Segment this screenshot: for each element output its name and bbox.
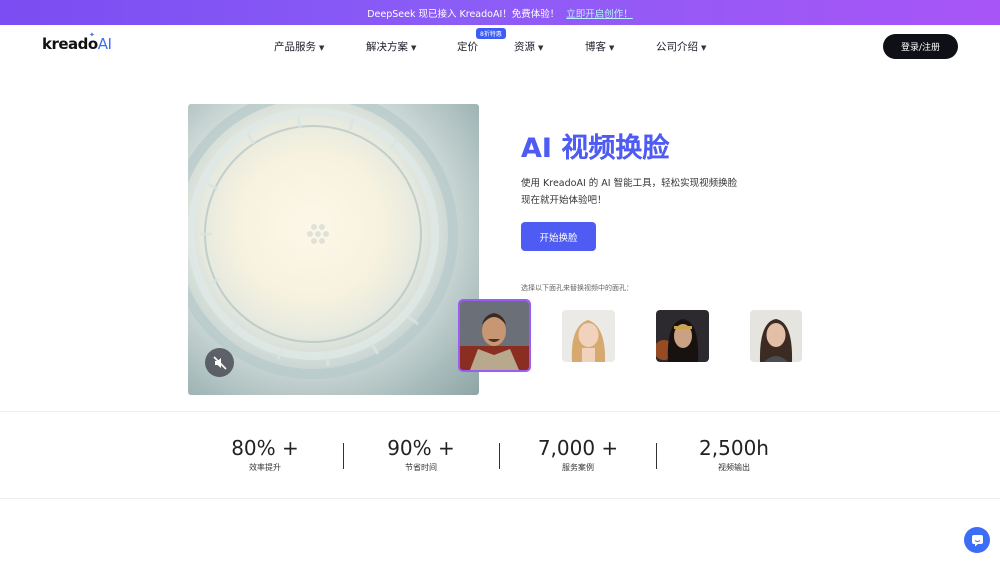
- face-option-1[interactable]: [458, 299, 531, 372]
- face-thumbnail: [750, 310, 802, 362]
- nav-label: 资源: [514, 41, 535, 53]
- stat-divider: [656, 443, 657, 469]
- face-option-4[interactable]: [750, 310, 802, 362]
- banner-link[interactable]: 立即开启创作！: [566, 6, 633, 20]
- chat-icon: [971, 534, 983, 546]
- nav-item-company[interactable]: 公司介绍 ▼: [656, 39, 706, 54]
- stats-section: 80% + 效率提升 90% + 节省时间 7,000 + 服务案例 2,500…: [0, 411, 1000, 499]
- face-thumbnail: [656, 310, 709, 362]
- hero-description: 使用 KreadoAI 的 AI 智能工具，轻松实现视频换脸 现在就开始体验吧！: [521, 175, 737, 209]
- nav-label: 博客: [585, 41, 606, 53]
- banner-text: DeepSeek 现已接入 KreadoAI！免费体验！: [367, 8, 560, 20]
- stat-cases: 7,000 + 服务案例: [518, 436, 638, 473]
- face-option-3[interactable]: [656, 310, 709, 362]
- stat-video-output: 2,500h 视频输出: [674, 436, 794, 473]
- stat-value: 2,500h: [699, 436, 769, 460]
- chat-widget-button[interactable]: [964, 527, 990, 553]
- stat-label: 效率提升: [249, 463, 281, 472]
- stat-label: 服务案例: [562, 463, 594, 472]
- nav-label: 产品服务: [274, 41, 316, 53]
- promo-banner: DeepSeek 现已接入 KreadoAI！免费体验！ 立即开启创作！: [0, 0, 1000, 25]
- stat-value: 90% +: [387, 436, 455, 460]
- nav-item-products[interactable]: 产品服务 ▼: [274, 39, 324, 54]
- logo-accent: AI: [97, 35, 112, 53]
- faces-hint: 选择以下面孔来替换视频中的面孔：: [521, 284, 633, 292]
- stat-divider: [343, 443, 344, 469]
- face-thumbnail: [460, 301, 529, 370]
- logo-spark-icon: ✦: [89, 31, 95, 39]
- stat-label: 视频输出: [718, 463, 750, 472]
- nav-label: 解决方案: [366, 41, 408, 53]
- nav-item-pricing[interactable]: 定价: [457, 39, 478, 54]
- mute-toggle-button[interactable]: [205, 348, 234, 377]
- top-nav: kreadoAI ✦ 产品服务 ▼ 解决方案 ▼ 定价 8折特惠 资源 ▼ 博客 ▼ 公…: [0, 25, 1000, 67]
- chevron-down-icon: ▼: [411, 44, 417, 52]
- video-frame-image: [188, 104, 458, 379]
- stat-value: 80% +: [231, 436, 299, 460]
- login-button[interactable]: 登录/注册: [883, 34, 958, 59]
- stat-time-saved: 90% + 节省时间: [361, 436, 481, 473]
- stat-label: 节省时间: [405, 463, 437, 472]
- nav-item-resources[interactable]: 资源 ▼: [514, 39, 543, 54]
- face-option-2[interactable]: [562, 310, 615, 362]
- pricing-discount-badge: 8折特惠: [476, 28, 506, 39]
- stat-efficiency: 80% + 效率提升: [205, 436, 325, 473]
- chevron-down-icon: ▼: [701, 44, 707, 52]
- stat-value: 7,000 +: [537, 436, 619, 460]
- start-face-swap-button[interactable]: 开始换脸: [521, 222, 596, 251]
- speaker-muted-icon: [212, 355, 227, 370]
- chevron-down-icon: ▼: [319, 44, 325, 52]
- stat-divider: [499, 443, 500, 469]
- nav-label: 定价: [457, 41, 478, 53]
- page-title: AI 视频换脸: [521, 126, 669, 165]
- video-preview[interactable]: [188, 104, 479, 395]
- nav-item-solutions[interactable]: 解决方案 ▼: [366, 39, 416, 54]
- nav-label: 公司介绍: [656, 41, 698, 53]
- face-thumbnail: [562, 310, 615, 362]
- nav-item-blog[interactable]: 博客 ▼: [585, 39, 614, 54]
- chevron-down-icon: ▼: [609, 44, 615, 52]
- hero-description-line-2: 现在就开始体验吧！: [521, 195, 607, 206]
- hero-description-line-1: 使用 KreadoAI 的 AI 智能工具，轻松实现视频换脸: [521, 178, 738, 189]
- chevron-down-icon: ▼: [538, 44, 544, 52]
- logo[interactable]: kreadoAI ✦: [42, 31, 112, 53]
